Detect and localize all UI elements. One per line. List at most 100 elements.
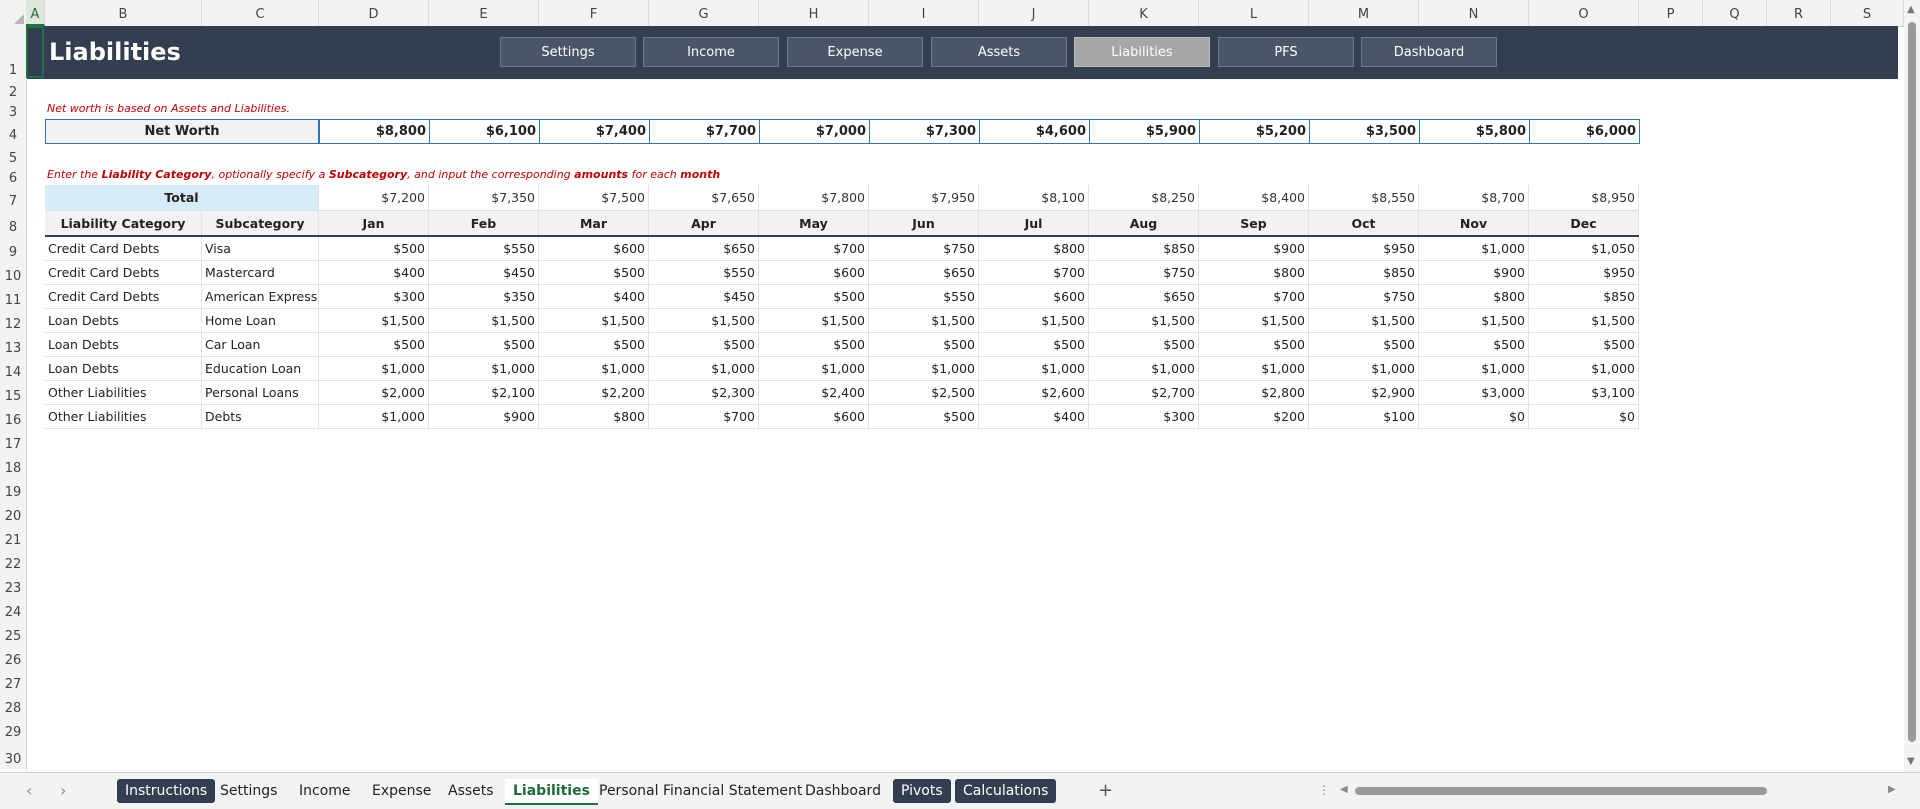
selected-cell-a1[interactable]: [26, 26, 44, 78]
net-worth-value[interactable]: $8,800: [319, 119, 430, 144]
total-value[interactable]: $8,950: [1529, 185, 1639, 211]
amount-cell[interactable]: $400: [319, 261, 429, 285]
column-header[interactable]: K: [1089, 0, 1199, 26]
amount-cell[interactable]: $500: [979, 333, 1089, 357]
amount-cell[interactable]: $500: [869, 405, 979, 429]
category-cell[interactable]: Loan Debts: [45, 357, 202, 381]
amount-cell[interactable]: $1,500: [1199, 309, 1309, 333]
net-worth-value[interactable]: $7,400: [539, 119, 650, 144]
amount-cell[interactable]: $1,500: [1089, 309, 1199, 333]
row-header[interactable]: 16: [0, 405, 26, 429]
table-header-cell[interactable]: Sep: [1199, 211, 1309, 236]
total-value[interactable]: $8,100: [979, 185, 1089, 211]
amount-cell[interactable]: $2,100: [429, 381, 539, 405]
amount-cell[interactable]: $500: [1089, 333, 1199, 357]
scroll-right-icon[interactable]: ▶: [1888, 784, 1896, 795]
row-header[interactable]: 17: [0, 429, 26, 453]
category-cell[interactable]: Home Loan: [202, 309, 319, 333]
row-header[interactable]: 15: [0, 381, 26, 405]
net-worth-value[interactable]: $6,000: [1529, 119, 1640, 144]
row-header[interactable]: 3: [0, 98, 26, 120]
amount-cell[interactable]: $600: [759, 405, 869, 429]
total-value[interactable]: $8,550: [1309, 185, 1419, 211]
amount-cell[interactable]: $800: [979, 237, 1089, 261]
amount-cell[interactable]: $450: [429, 261, 539, 285]
column-header[interactable]: N: [1419, 0, 1529, 26]
amount-cell[interactable]: $1,500: [539, 309, 649, 333]
amount-cell[interactable]: $500: [1309, 333, 1419, 357]
amount-cell[interactable]: $2,900: [1309, 381, 1419, 405]
nav-button-settings[interactable]: Settings: [500, 37, 636, 67]
amount-cell[interactable]: $1,000: [539, 357, 649, 381]
total-value[interactable]: $7,350: [429, 185, 539, 211]
amount-cell[interactable]: $1,000: [319, 357, 429, 381]
amount-cell[interactable]: $2,800: [1199, 381, 1309, 405]
column-header[interactable]: Q: [1703, 0, 1767, 26]
row-header[interactable]: 23: [0, 573, 26, 597]
net-worth-value[interactable]: $3,500: [1309, 119, 1420, 144]
nav-button-pfs[interactable]: PFS: [1218, 37, 1354, 67]
amount-cell[interactable]: $1,500: [1529, 309, 1639, 333]
column-header[interactable]: O: [1529, 0, 1639, 26]
total-label[interactable]: Total: [45, 185, 319, 211]
amount-cell[interactable]: $500: [649, 333, 759, 357]
amount-cell[interactable]: $1,000: [1419, 357, 1529, 381]
amount-cell[interactable]: $500: [759, 285, 869, 309]
table-header-cell[interactable]: Dec: [1529, 211, 1639, 236]
table-header-cell[interactable]: Liability Category: [45, 211, 202, 236]
amount-cell[interactable]: $1,050: [1529, 237, 1639, 261]
category-cell[interactable]: Credit Card Debts: [45, 237, 202, 261]
category-cell[interactable]: Loan Debts: [45, 309, 202, 333]
category-cell[interactable]: Other Liabilities: [45, 381, 202, 405]
table-header-cell[interactable]: May: [759, 211, 869, 236]
column-header[interactable]: G: [649, 0, 759, 26]
row-header[interactable]: 1: [0, 26, 26, 80]
amount-cell[interactable]: $700: [1199, 285, 1309, 309]
total-value[interactable]: $8,400: [1199, 185, 1309, 211]
table-header-cell[interactable]: Apr: [649, 211, 759, 236]
scroll-up-icon[interactable]: ▲: [1907, 4, 1915, 15]
category-cell[interactable]: Other Liabilities: [45, 405, 202, 429]
sheet-tab-settings[interactable]: Settings: [212, 779, 285, 803]
table-header-cell[interactable]: Nov: [1419, 211, 1529, 236]
vertical-scrollbar[interactable]: ▲ ▼: [1904, 0, 1920, 772]
nav-button-assets[interactable]: Assets: [931, 37, 1067, 67]
amount-cell[interactable]: $0: [1419, 405, 1529, 429]
column-header[interactable]: J: [979, 0, 1089, 26]
amount-cell[interactable]: $2,300: [649, 381, 759, 405]
amount-cell[interactable]: $600: [759, 261, 869, 285]
row-header[interactable]: 26: [0, 645, 26, 669]
net-worth-value[interactable]: $7,000: [759, 119, 870, 144]
amount-cell[interactable]: $500: [319, 333, 429, 357]
table-header-cell[interactable]: Jul: [979, 211, 1089, 236]
amount-cell[interactable]: $1,500: [979, 309, 1089, 333]
total-value[interactable]: $8,250: [1089, 185, 1199, 211]
amount-cell[interactable]: $700: [649, 405, 759, 429]
amount-cell[interactable]: $500: [429, 333, 539, 357]
amount-cell[interactable]: $1,000: [319, 405, 429, 429]
amount-cell[interactable]: $100: [1309, 405, 1419, 429]
net-worth-value[interactable]: $7,300: [869, 119, 980, 144]
column-header[interactable]: I: [869, 0, 979, 26]
amount-cell[interactable]: $1,000: [1309, 357, 1419, 381]
amount-cell[interactable]: $400: [539, 285, 649, 309]
amount-cell[interactable]: $850: [1309, 261, 1419, 285]
amount-cell[interactable]: $300: [1089, 405, 1199, 429]
amount-cell[interactable]: $3,000: [1419, 381, 1529, 405]
amount-cell[interactable]: $650: [649, 237, 759, 261]
amount-cell[interactable]: $500: [869, 333, 979, 357]
column-header[interactable]: P: [1639, 0, 1703, 26]
category-cell[interactable]: Loan Debts: [45, 333, 202, 357]
row-header[interactable]: 11: [0, 285, 26, 309]
category-cell[interactable]: Visa: [202, 237, 319, 261]
row-header[interactable]: 18: [0, 453, 26, 477]
amount-cell[interactable]: $950: [1309, 237, 1419, 261]
amount-cell[interactable]: $500: [319, 237, 429, 261]
amount-cell[interactable]: $750: [1089, 261, 1199, 285]
row-header[interactable]: 6: [0, 165, 26, 186]
amount-cell[interactable]: $400: [979, 405, 1089, 429]
amount-cell[interactable]: $1,500: [319, 309, 429, 333]
amount-cell[interactable]: $800: [539, 405, 649, 429]
amount-cell[interactable]: $500: [539, 333, 649, 357]
amount-cell[interactable]: $550: [429, 237, 539, 261]
